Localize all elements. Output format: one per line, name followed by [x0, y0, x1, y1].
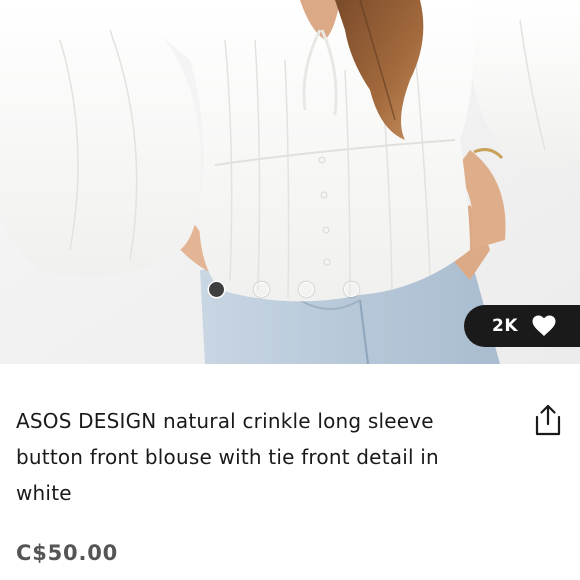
carousel-indicators [209, 282, 359, 297]
share-icon [535, 404, 561, 436]
product-price: C$50.00 [16, 541, 119, 565]
heart-icon [532, 315, 556, 337]
like-button[interactable]: 2K [464, 305, 580, 347]
product-title: ASOS DESIGN natural crinkle long sleeve … [16, 409, 439, 505]
like-count: 2K [492, 316, 519, 336]
carousel-dot-4[interactable] [344, 282, 359, 297]
carousel-dot-1[interactable] [209, 282, 224, 297]
carousel-dot-2[interactable] [254, 282, 269, 297]
product-image[interactable]: 2K [0, 0, 580, 364]
share-button[interactable] [534, 404, 562, 436]
carousel-dot-3[interactable] [299, 282, 314, 297]
listing-screen: 2K ASOS DESIGN natural crinkle long slee… [0, 0, 580, 580]
